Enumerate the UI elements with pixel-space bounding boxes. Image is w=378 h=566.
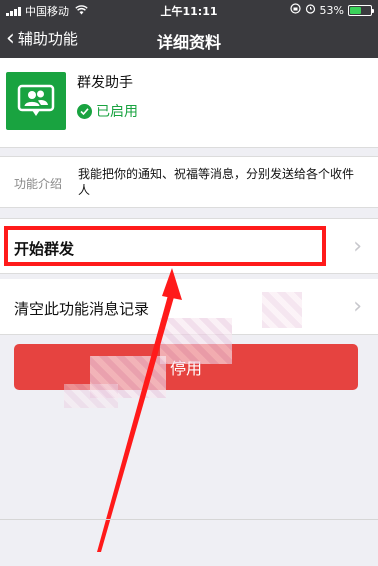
profile-card: 群发助手 已启用 (0, 58, 378, 148)
app-name: 群发助手 (77, 75, 133, 91)
disable-button[interactable]: 停用 (14, 344, 358, 390)
enabled-label: 已启用 (96, 104, 138, 120)
disable-label: 停用 (169, 359, 202, 378)
start-broadcast-label: 开始群发 (14, 240, 75, 258)
lock-rotation-icon (289, 3, 301, 17)
alarm-icon (305, 3, 316, 17)
enabled-status: 已启用 (77, 101, 138, 121)
clear-history-label: 清空此功能消息记录 (14, 300, 150, 318)
status-bar: 中国移动 上午11:11 53% (0, 0, 378, 20)
chevron-right-icon: › (353, 294, 362, 319)
status-right: 53% (289, 3, 374, 17)
feature-intro: 功能介绍 我能把你的通知、祝福等消息，分别发送给各个收件人 (0, 156, 378, 208)
start-broadcast-row[interactable]: 开始群发 › (0, 218, 378, 274)
battery-icon (348, 4, 374, 16)
broadcast-assistant-icon (6, 72, 66, 130)
intro-text: 我能把你的通知、祝福等消息，分别发送给各个收件人 (78, 167, 355, 197)
navigation-bar: ‹ 辅助功能 详细资料 (0, 20, 378, 58)
page-title: 详细资料 (156, 33, 221, 52)
clear-history-row[interactable]: 清空此功能消息记录 › (0, 279, 378, 335)
divider (0, 519, 378, 520)
chevron-right-icon: › (353, 234, 362, 259)
check-icon (77, 103, 92, 119)
intro-label: 功能介绍 (14, 177, 63, 191)
battery-percent: 53% (319, 3, 344, 17)
